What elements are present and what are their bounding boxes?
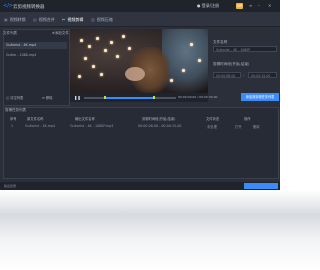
bokeh-light <box>92 65 95 68</box>
range-separator: - <box>243 72 245 77</box>
filename-input[interactable]: Guitarist - 4K - 1080P <box>213 46 277 52</box>
add-to-task-button[interactable]: 添加到剪辑任务列表 <box>241 93 279 101</box>
task-list-panel <box>3 107 279 179</box>
column-output: 输出文件名称 <box>75 117 95 121</box>
bokeh-light <box>182 69 185 72</box>
bokeh-light <box>128 47 131 50</box>
file-list-item[interactable]: Guitar - 1080.mp4 <box>4 52 67 59</box>
bokeh-light <box>96 37 99 40</box>
task-list-header: 剪辑任务列表 <box>5 108 26 112</box>
start-marker-handle[interactable] <box>104 96 106 100</box>
column-source: 原文件名称 <box>27 117 44 121</box>
vip-badge[interactable]: VIP <box>236 2 243 9</box>
pause-icon[interactable]: ❚❚ <box>74 95 81 100</box>
app-title: 云剪视频转换器 <box>13 4 45 10</box>
output-dir-label: 输出目录 <box>4 184 17 188</box>
task-row-status: 未处理 <box>207 125 217 129</box>
time-range-label: 剪辑时间段(开始-结束) <box>213 62 250 66</box>
cut-icon: ✂ <box>62 17 66 22</box>
minimize-icon[interactable]: – <box>258 3 260 8</box>
open-task-button[interactable]: 打开 <box>235 124 242 129</box>
bokeh-light <box>198 59 201 62</box>
tab-cut[interactable]: ✂ 视频剪辑 <box>62 17 83 23</box>
tab-compress[interactable]: ▥ 视频压缩 <box>91 17 113 23</box>
app-window: </> 云剪视频转换器 ● 登录/注册 VIP ≡ – ✕ ▣ 视频转换 ▤ 视频合… <box>0 0 280 190</box>
bokeh-light <box>78 75 81 78</box>
column-action: 操作 <box>244 117 251 121</box>
tab-merge[interactable]: ▤ 视频合并 <box>33 17 55 23</box>
delete-task-button[interactable]: 删除 <box>253 124 260 129</box>
tab-convert[interactable]: ▣ 视频转换 <box>4 17 26 23</box>
end-time-input[interactable]: 00:00:15.00 <box>248 72 277 78</box>
bokeh-light <box>88 45 91 48</box>
video-hand-figure <box>125 67 145 81</box>
bokeh-light <box>84 57 87 60</box>
file-list-header: 文件列表 <box>3 31 17 35</box>
task-row-range: 00:00:08.00 - 00:00:15.00 <box>138 124 182 128</box>
video-preview[interactable] <box>70 29 208 93</box>
bokeh-light <box>116 55 119 58</box>
menu-icon[interactable]: ≡ <box>249 3 252 8</box>
app-logo-icon: </> <box>3 3 14 9</box>
bokeh-light <box>190 43 193 46</box>
file-list-item[interactable]: Guitarist - 4K.mp4 <box>4 42 67 49</box>
clear-list-button[interactable]: ◫ 清空列表 <box>6 95 23 100</box>
remove-file-button[interactable]: ⊖ 移除 <box>42 95 52 100</box>
task-row-index: 1 <box>11 124 14 128</box>
bokeh-light <box>80 39 83 42</box>
end-marker-handle[interactable] <box>153 96 155 100</box>
register-button[interactable]: ● 登录/注册 <box>197 3 219 9</box>
merge-icon: ▤ <box>33 17 37 22</box>
start-time-input[interactable]: 00:00:08.00 <box>213 72 241 78</box>
column-index: 序号 <box>10 117 17 121</box>
column-range: 剪辑时间段(开始-结束) <box>142 117 176 121</box>
bokeh-light <box>100 73 103 76</box>
bokeh-light <box>170 79 173 82</box>
output-dir-button[interactable] <box>244 183 278 189</box>
close-icon[interactable]: ✕ <box>268 3 271 8</box>
bokeh-light <box>104 49 107 52</box>
task-row-output: Guitarist - 4K - 1080P.mp4 <box>70 124 114 128</box>
convert-icon: ▣ <box>4 17 8 22</box>
timeline-selection <box>104 97 154 99</box>
column-status: 文件状态 <box>206 117 220 121</box>
add-file-button[interactable]: ⊕添加文件 <box>52 31 69 36</box>
task-row-source: Guitarist - 4K.mp4 <box>25 124 56 128</box>
compress-icon: ▥ <box>91 17 95 22</box>
status-bar <box>0 182 280 190</box>
filename-label: 文件名称 <box>213 40 228 44</box>
bokeh-light <box>110 41 113 44</box>
bokeh-light <box>122 35 125 38</box>
playback-time: 00:00:00.00 / 00:00:30.00 <box>178 95 218 99</box>
